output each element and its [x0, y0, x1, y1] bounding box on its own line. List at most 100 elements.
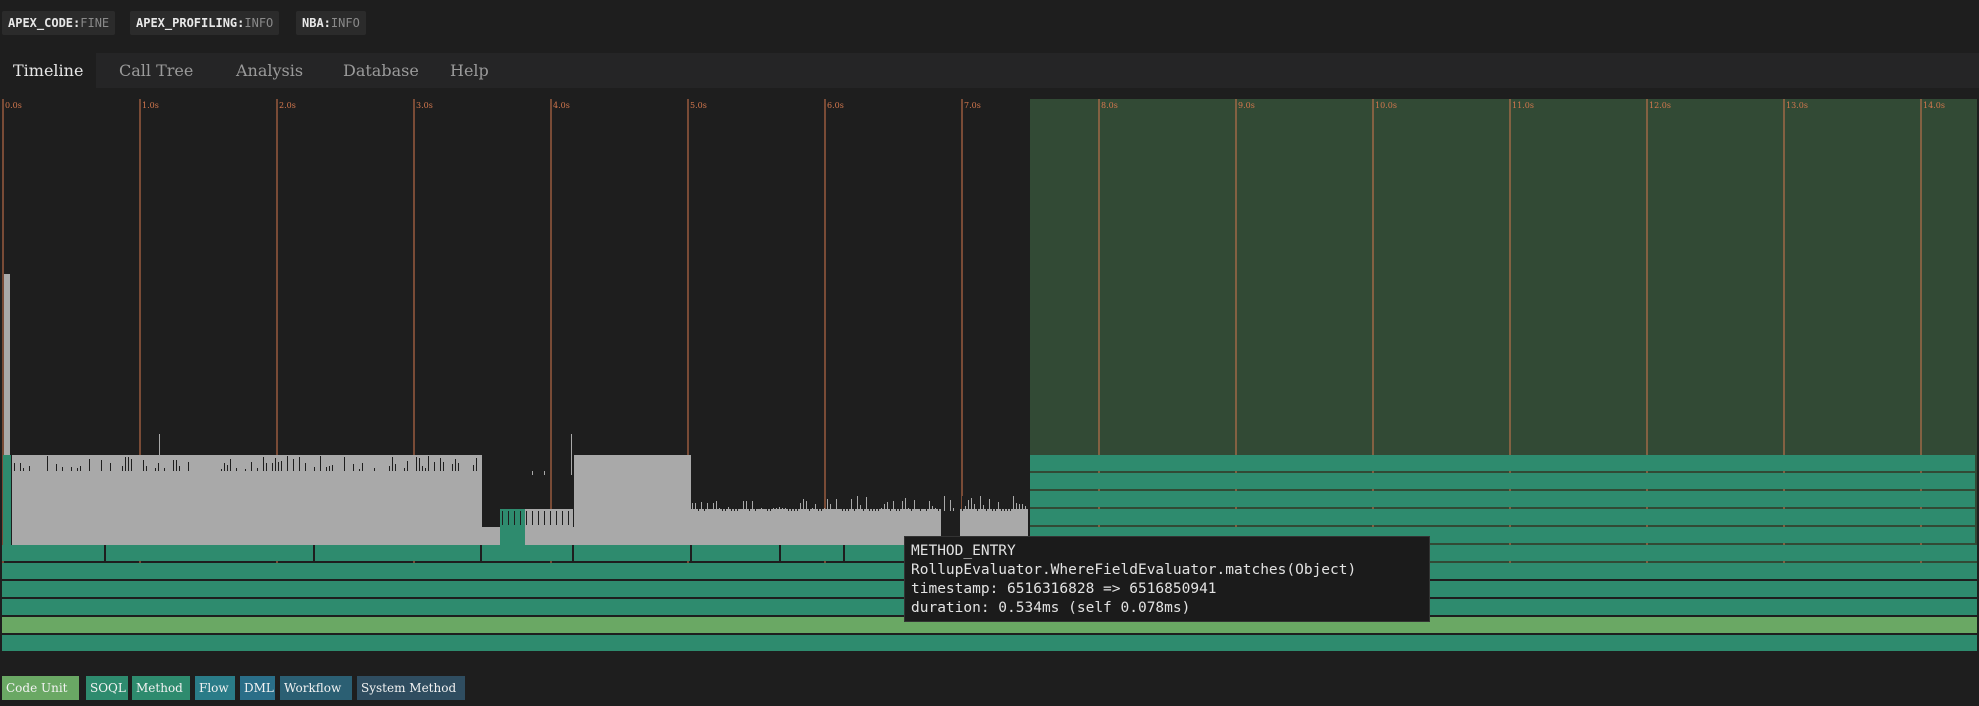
- frame-tick: [137, 465, 138, 471]
- frame-tick: [173, 460, 174, 471]
- flame-row-base: [2, 635, 1977, 651]
- frame-tick: [770, 502, 771, 511]
- tooltip-method-name: RollupEvaluator.WhereFieldEvaluator.matc…: [911, 562, 1357, 578]
- frame-tick: [1022, 504, 1023, 511]
- frame-tick: [944, 496, 945, 511]
- frame-tick: [35, 463, 36, 471]
- frame-tick: [755, 500, 756, 511]
- tab-analysis[interactable]: Analysis: [223, 53, 316, 88]
- frame-tick-tall: [532, 471, 533, 475]
- time-tick-label: 8.0s: [1101, 101, 1118, 110]
- frame-tick: [1019, 504, 1020, 511]
- frame-tick: [380, 462, 381, 471]
- flame-row-selected: [1030, 509, 1975, 525]
- frame-tick: [320, 456, 321, 471]
- tab-help[interactable]: Help: [437, 53, 502, 88]
- frame-tick: [725, 496, 726, 511]
- time-tick-label: 2.0s: [279, 101, 296, 110]
- frame-tick: [905, 498, 906, 511]
- frame-tick: [890, 509, 891, 511]
- frame-tick: [526, 511, 527, 525]
- frame-tick: [449, 468, 450, 471]
- frame-tick: [233, 466, 234, 471]
- frame-tick: [884, 504, 885, 511]
- frame-tick: [794, 497, 795, 511]
- time-tick-label: 10.0s: [1375, 101, 1397, 110]
- frame-tick: [53, 456, 54, 471]
- frame-tick: [860, 505, 861, 511]
- frame-tick: [425, 468, 426, 471]
- frame-tick: [473, 465, 474, 471]
- frame-tick: [476, 458, 477, 471]
- frame-tick: [803, 499, 804, 511]
- frame-tick: [56, 464, 57, 471]
- frame-tick: [143, 460, 144, 471]
- frame-tick: [824, 508, 825, 511]
- frame-tick: [179, 466, 180, 471]
- frame-tick: [14, 463, 15, 471]
- frame-tick: [74, 465, 75, 471]
- frame-tick: [815, 504, 816, 511]
- tab-timeline[interactable]: Timeline: [0, 53, 97, 88]
- frame-tick: [311, 460, 312, 471]
- frame-tick: [92, 468, 93, 471]
- frame-tick: [935, 508, 936, 511]
- frame-tick: [719, 508, 720, 511]
- frame-tick: [17, 468, 18, 471]
- flame-row-selected: [1030, 473, 1975, 489]
- time-tick-label: 9.0s: [1238, 101, 1255, 110]
- frame-tick: [731, 498, 732, 511]
- time-tick-label: 14.0s: [1923, 101, 1945, 110]
- frame-tick: [446, 461, 447, 471]
- flame-row-selected: [1030, 455, 1975, 471]
- frame-tick: [191, 458, 192, 471]
- frame-tick: [716, 501, 717, 511]
- frame-tick: [71, 467, 72, 471]
- frame-tick: [965, 506, 966, 511]
- frame-tick: [113, 463, 114, 471]
- frame-tick: [440, 458, 441, 471]
- frame-tick: [308, 460, 309, 471]
- tab-database[interactable]: Database: [330, 53, 432, 88]
- frame-tick: [887, 502, 888, 511]
- frame-tick: [968, 500, 969, 511]
- legend-system-method: System Method: [357, 676, 465, 700]
- frame-tick: [992, 505, 993, 511]
- frame-tick: [740, 509, 741, 511]
- frame-tick: [29, 466, 30, 471]
- frame-tick: [520, 511, 521, 525]
- frame-tick-tall: [544, 471, 545, 475]
- frame-tick: [287, 456, 288, 471]
- frame-tick: [332, 465, 333, 471]
- frame-tick: [881, 508, 882, 511]
- frame-tick: [782, 508, 783, 511]
- segment-gap: [843, 545, 845, 561]
- frame-tick: [974, 504, 975, 511]
- time-tick-label: 11.0s: [1512, 101, 1534, 110]
- frame-tick: [257, 468, 258, 471]
- frame-tick: [77, 468, 78, 471]
- frame-tick: [47, 456, 48, 471]
- frame-tick: [458, 463, 459, 471]
- frame-tick: [125, 457, 126, 471]
- frame-tick: [869, 504, 870, 511]
- frame-tick: [758, 509, 759, 511]
- frame-tick: [728, 507, 729, 511]
- tab-call-tree[interactable]: Call Tree: [106, 53, 206, 88]
- time-tick-label: 4.0s: [553, 101, 570, 110]
- frame-tick: [65, 463, 66, 471]
- frame-tick: [953, 508, 954, 511]
- frame-block-method: [500, 509, 525, 545]
- frame-tick: [800, 503, 801, 511]
- frame-block: [482, 527, 574, 545]
- log-level-badge-apex-code: APEX_CODE:FINE: [2, 11, 116, 35]
- frame-tick: [941, 500, 942, 511]
- frame-tick: [239, 468, 240, 471]
- frame-tick: [695, 503, 696, 511]
- frame-tick: [911, 499, 912, 511]
- legend-code-unit: Code Unit: [2, 676, 79, 700]
- frame-block: [574, 455, 691, 545]
- tab-bar: Timeline Call Tree Analysis Database Hel…: [0, 53, 1979, 88]
- frame-tick: [122, 466, 123, 471]
- frame-tick: [266, 463, 267, 471]
